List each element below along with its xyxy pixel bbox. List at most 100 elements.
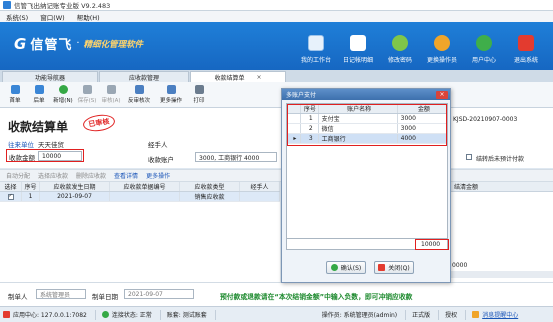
close-button[interactable]: 关闭(Q) <box>374 261 414 274</box>
grid-more-actions-button[interactable]: 更多操作 <box>146 171 170 180</box>
switch-operator-button[interactable]: 更换操作员 <box>421 25 463 67</box>
change-password-button[interactable]: 修改密码 <box>379 25 421 67</box>
ledger-icon <box>350 35 366 51</box>
customer-label: 往来单位 <box>8 141 34 149</box>
title-bar: 信管飞出纳记账专业版 V9.2.483 <box>0 0 553 11</box>
delete-receivable-button[interactable]: 删除应收款 <box>76 171 106 180</box>
table-row[interactable]: ✓ 1 2021-09-07 销售应收款 <box>0 192 280 202</box>
multi-account-payment-dialog: 多账户支付 × 序号 账户名称 金额 1 支付宝 3000 2 微信 3000 … <box>281 88 451 283</box>
next-button[interactable]: 后单 <box>28 83 50 107</box>
select-receivable-button[interactable]: 选择应收款 <box>38 171 68 180</box>
menu-system[interactable]: 系统(S) <box>6 12 28 22</box>
message-center-link[interactable]: 消息提醒中心 <box>482 310 518 319</box>
view-detail-button[interactable]: 查看详情 <box>114 171 138 180</box>
close-tab-icon[interactable]: × <box>256 74 261 81</box>
date-field: 2021-09-07 <box>124 289 194 299</box>
settle-amount-total: 0000 <box>452 262 468 269</box>
globe-icon <box>476 35 492 51</box>
logo-icon: G <box>14 34 27 53</box>
message-icon <box>472 311 480 318</box>
approved-stamp: 已审核 <box>82 112 116 134</box>
form-footer: 制单人 系统管理员 制单日期 2021-09-07 预付款或退款请在“本次结销金… <box>0 282 553 306</box>
connection-icon <box>101 311 109 318</box>
horizontal-scrollbar[interactable] <box>450 271 553 278</box>
brand-logo: G 信管飞 · 精细化管理软件 <box>14 34 144 54</box>
handler-label: 经手人 <box>148 141 168 149</box>
exit-system-button[interactable]: 退出系统 <box>505 25 547 67</box>
key-icon <box>392 35 408 51</box>
receivable-grid: 选择 序号 应收款发生日期 应收款单据编号 应收款类型 经手人 ✓ 1 2021… <box>0 182 280 282</box>
window-title: 信管飞出纳记账专业版 V9.2.483 <box>14 2 111 10</box>
account-label: 收款账户 <box>148 156 174 164</box>
receipt-form: 收款结算单 已审核 往来单位 天天佳贸 经手人 收款金额 10000 收款账户 … <box>0 108 553 168</box>
maker-field: 系统管理员 <box>36 289 86 299</box>
top-toolbar: 我的工作台 日记帐明细 修改密码 更换操作员 用户中心 退出系统 <box>295 25 547 67</box>
negative-amount-hint: 预付款或退款请在“本次结销金额”中输入负数，即可冲销应收款 <box>220 293 413 301</box>
total-row: 10000 <box>286 239 449 250</box>
account-field[interactable]: 3000, 工商银行 4000 <box>195 152 277 162</box>
edition-status: 正式版 <box>412 312 431 319</box>
user-icon <box>434 35 450 51</box>
carryover-label: 结转后未预计付款 <box>476 156 525 163</box>
menu-help[interactable]: 帮助(H) <box>77 12 100 22</box>
brand-name: 信管飞 <box>30 38 73 53</box>
settle-amount-header: 结清金额 <box>450 182 553 192</box>
approve-button[interactable]: 审核(A) <box>100 83 122 107</box>
unapprove-icon <box>134 85 144 94</box>
user-center-button[interactable]: 用户中心 <box>463 25 505 67</box>
menu-window[interactable]: 窗口(W) <box>40 12 65 22</box>
total-amount: 10000 <box>421 241 441 248</box>
row-select-checkbox[interactable]: ✓ <box>7 193 14 200</box>
auto-allocate-button[interactable]: 自动分配 <box>6 171 30 180</box>
tab-function-navigator[interactable]: 功能导航器 <box>2 71 98 82</box>
status-bar: 应用中心: 127.0.0.1:7082 连接状态: 正常 账套: 测试账套 操… <box>0 306 553 322</box>
confirm-button[interactable]: 确认(S) <box>326 261 366 274</box>
tab-receivables[interactable]: 应收款管理 <box>99 71 189 82</box>
account-book-status: 账套: 测试账套 <box>166 312 207 319</box>
more-icon <box>166 85 176 94</box>
app-banner: G 信管飞 · 精细化管理软件 我的工作台 日记帐明细 修改密码 更换操作员 用… <box>0 22 553 70</box>
menu-bar: 系统(S) 窗口(W) 帮助(H) <box>0 11 553 22</box>
unapprove-button[interactable]: 反审核次 <box>124 83 154 107</box>
customer-value[interactable]: 天天佳贸 <box>38 139 64 149</box>
approve-icon <box>106 85 116 94</box>
power-icon <box>518 35 534 51</box>
grid-header: 选择 序号 应收款发生日期 应收款单据编号 应收款类型 经手人 <box>0 182 280 192</box>
amount-label: 收款金额 <box>9 154 35 162</box>
date-label: 制单日期 <box>92 293 118 301</box>
add-icon <box>58 85 68 94</box>
grid-toolbar: 自动分配 选择应收款 删除应收款 查看详情 更多操作 <box>0 169 553 182</box>
print-button[interactable]: 打印 <box>188 83 210 107</box>
confirm-icon <box>330 264 338 271</box>
first-button[interactable]: 首单 <box>4 83 26 107</box>
app-icon <box>3 1 11 9</box>
operator-status: 操作员: 系统管理员(admin) <box>321 312 398 319</box>
app-center-status: 应用中心: 127.0.0.1:7082 <box>13 312 87 319</box>
ledger-detail-button[interactable]: 日记帐明细 <box>337 25 379 67</box>
add-button[interactable]: 新增(N) <box>52 83 74 107</box>
doc-number: KJSD-20210907-0003 <box>450 114 547 124</box>
workstation-button[interactable]: 我的工作台 <box>295 25 337 67</box>
rows-highlight <box>287 104 447 146</box>
maker-label: 制单人 <box>8 293 28 301</box>
amount-field[interactable]: 10000 <box>38 151 82 161</box>
save-button[interactable]: 保存(S) <box>76 83 98 107</box>
first-icon <box>10 85 20 94</box>
close-icon <box>378 264 386 271</box>
app-center-icon <box>3 311 10 318</box>
dialog-titlebar: 多账户支付 × <box>282 89 450 100</box>
carryover-checkbox[interactable] <box>466 154 472 160</box>
workstation-icon <box>308 35 324 51</box>
page-title: 收款结算单 <box>8 120 69 134</box>
document-toolbar: 首单 后单 新增(N) 保存(S) 审核(A) 反审核次 更多操作 打印 <box>0 82 553 108</box>
license-status: 授权 <box>445 312 458 319</box>
print-icon <box>194 85 204 94</box>
tab-receipt-settlement[interactable]: 收款结算单 × <box>190 71 286 82</box>
connection-status: 连接状态: 正常 <box>111 312 152 319</box>
account-table: 序号 账户名称 金额 1 支付宝 3000 2 微信 3000 ▸ 3 工商银行… <box>286 103 448 239</box>
brand-slogan: 精细化管理软件 <box>83 39 144 50</box>
dialog-close-icon[interactable]: × <box>436 90 448 99</box>
more-actions-button[interactable]: 更多操作 <box>156 83 186 107</box>
next-icon <box>34 85 44 94</box>
dialog-title: 多账户支付 <box>286 92 317 99</box>
